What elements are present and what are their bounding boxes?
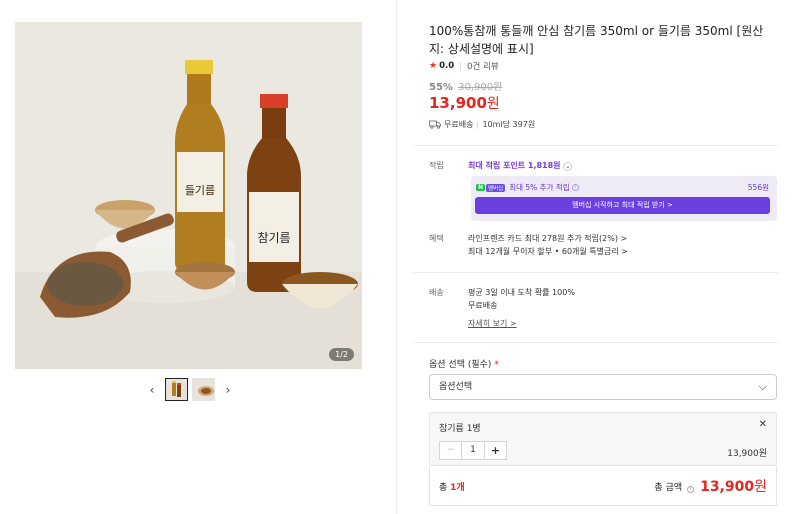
total-count-value: 1개 <box>450 483 465 493</box>
prev-arrow-icon[interactable]: ‹ <box>143 383 161 397</box>
total-price-value: 13,900 <box>700 479 755 495</box>
option-select-value: 옵션선택 <box>439 382 473 392</box>
section-divider <box>413 272 778 273</box>
shipping-text: 무료배송 <box>444 120 474 129</box>
membership-points-box: N 멤버십 최대 5% 추가 적립 i 556원 멤버십 시작하고 최대 적립 … <box>471 176 777 221</box>
svg-text:들기름: 들기름 <box>185 184 215 197</box>
image-page-indicator: 1/2 <box>329 348 354 361</box>
plus-button[interactable]: + <box>484 442 506 459</box>
total-count-prefix: 총 <box>439 483 451 493</box>
product-photo: 들기름 참기름 <box>15 22 362 369</box>
review-count-link[interactable]: 0건 리뷰 <box>467 60 499 72</box>
bottles-thumb-image <box>166 379 187 400</box>
total-price-unit: 원 <box>754 479 767 495</box>
installment-benefit-link[interactable]: 최대 12개월 무이자 할부 • 60개월 특별금리 > <box>468 246 628 257</box>
thumbnail-strip: ‹ › <box>0 378 380 401</box>
section-divider <box>413 342 778 343</box>
rating-score: 0.0 <box>439 61 455 71</box>
benefits-label: 혜택 <box>429 234 444 243</box>
delivery-details-link[interactable]: 자세히 보기 > <box>468 318 517 329</box>
next-arrow-icon[interactable]: › <box>219 383 237 397</box>
max-points-text: 최대 적립 포인트 1,818원 <box>468 161 561 170</box>
chevron-down-icon: ⌵ <box>758 380 767 393</box>
minus-button[interactable]: − <box>440 442 462 459</box>
thumbnail-2[interactable] <box>192 378 215 401</box>
selected-option-name: 참기름 1병 <box>439 424 481 434</box>
membership-extra-row: N 멤버십 최대 5% 추가 적립 i <box>476 182 579 193</box>
sale-price-value: 13,900 <box>429 94 487 112</box>
selected-option-box: 참기름 1병 ✕ − 1 + 13,900원 <box>429 412 777 466</box>
shipping-separator <box>477 120 479 129</box>
sale-price: 13,900원 <box>429 93 500 113</box>
total-price-label-text: 총 금액 <box>654 483 683 493</box>
shipping-row: 무료배송 10ml당 397원 <box>429 119 535 130</box>
total-price-label: 총 금액 i <box>654 480 694 493</box>
required-mark: * <box>494 360 499 370</box>
product-title: 100%통참깨 통들깨 안심 참기름 350ml or 들기름 350ml [원… <box>429 24 764 56</box>
section-divider <box>413 145 778 146</box>
close-icon[interactable]: ✕ <box>759 419 767 430</box>
total-count: 총 1개 <box>439 480 465 493</box>
discount-rate: 55% <box>429 82 453 93</box>
product-main-image[interactable]: 들기름 참기름 1/2 <box>15 22 362 369</box>
unit-price: 10ml당 397원 <box>482 120 536 129</box>
quantity-value[interactable]: 1 <box>462 442 484 459</box>
card-benefit-link[interactable]: 라인프렌즈 카드 최대 278원 추가 적립(2%) > <box>468 233 627 244</box>
panel-divider <box>396 0 397 514</box>
info-icon[interactable]: i <box>687 486 694 493</box>
thumbnail-1[interactable] <box>165 378 188 401</box>
membership-start-button[interactable]: 멤버십 시작하고 최대 적립 받기 > <box>475 197 770 214</box>
selected-option-price: 13,900원 <box>727 449 767 459</box>
points-label: 적립 <box>429 161 444 170</box>
delivery-eta: 평균 3일 이내 도착 확률 100% <box>468 288 575 297</box>
delivery-label: 배송 <box>429 288 444 297</box>
option-label-text: 옵션 선택 (필수) <box>429 360 492 370</box>
delivery-fee: 무료배송 <box>468 301 498 310</box>
option-label: 옵션 선택 (필수) * <box>429 357 499 370</box>
total-price: 13,900원 <box>700 476 767 496</box>
extra-points-amount: 556원 <box>747 183 769 192</box>
max-points-link[interactable]: 최대 적립 포인트 1,818원 ⌄ <box>468 160 573 171</box>
discount-row: 55% 30,900원 <box>429 78 502 93</box>
truck-icon <box>429 120 441 129</box>
cup-thumb-image <box>193 379 214 400</box>
star-icon: ★ <box>429 61 438 71</box>
svg-text:참기름: 참기름 <box>257 231 290 245</box>
option-select[interactable]: 옵션선택 ⌵ <box>429 374 777 400</box>
quantity-stepper: − 1 + <box>439 441 507 460</box>
rating-separator <box>460 62 462 70</box>
rating-row: ★ 0.0 0건 리뷰 <box>429 60 499 72</box>
sale-price-unit: 원 <box>486 96 500 112</box>
chevron-down-icon: ⌄ <box>563 162 573 171</box>
naver-n-badge: N <box>476 184 486 191</box>
original-price: 30,900원 <box>458 82 503 93</box>
extra-points-text: 최대 5% 추가 적립 <box>509 183 570 192</box>
info-icon[interactable]: i <box>571 184 579 191</box>
total-box: 총 1개 총 금액 i 13,900원 <box>429 466 777 506</box>
membership-badge: 멤버십 <box>486 183 506 192</box>
